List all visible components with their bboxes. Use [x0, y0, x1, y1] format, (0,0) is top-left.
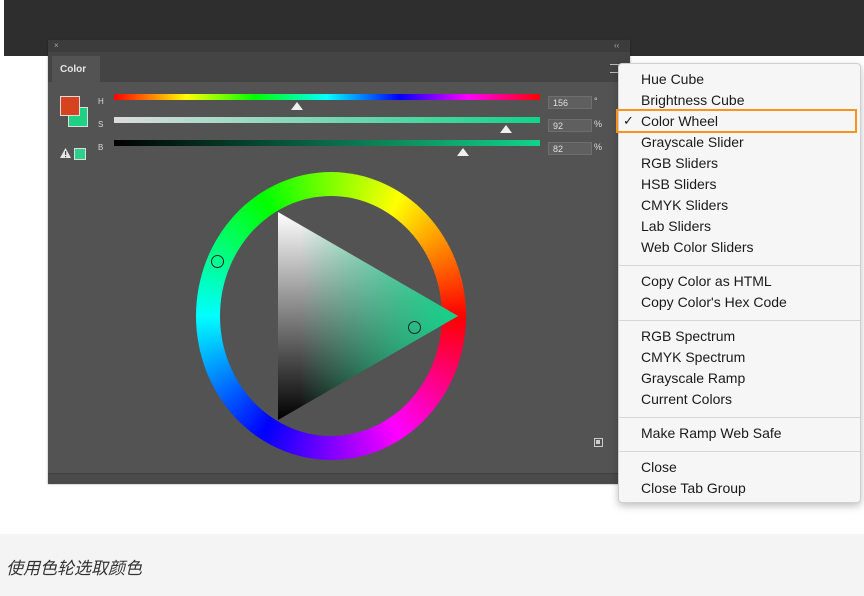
hue-unit: °: [594, 96, 598, 106]
saturation-unit: %: [594, 119, 603, 129]
menu-item-web-color-sliders[interactable]: Web Color Sliders: [641, 238, 754, 256]
saturation-value-field[interactable]: 92: [548, 119, 592, 132]
menu-item-cmyk-sliders[interactable]: CMYK Sliders: [641, 196, 728, 214]
menu-item-hue-cube[interactable]: Hue Cube: [641, 70, 704, 88]
menu-item-close-tab-group[interactable]: Close Tab Group: [641, 479, 746, 497]
menu-item-hsb-sliders[interactable]: HSB Sliders: [641, 175, 716, 193]
menu-item-grayscale-ramp[interactable]: Grayscale Ramp: [641, 369, 745, 387]
brightness-value-field[interactable]: 82: [548, 142, 592, 155]
color-picker-marker[interactable]: [408, 321, 421, 334]
menu-item-rgb-sliders[interactable]: RGB Sliders: [641, 154, 718, 172]
menu-item-make-ramp-web-safe[interactable]: Make Ramp Web Safe: [641, 424, 782, 442]
brightness-unit: %: [594, 142, 603, 152]
color-triangle[interactable]: [196, 172, 466, 460]
tab-color[interactable]: Color: [52, 56, 100, 82]
menu-item-lab-sliders[interactable]: Lab Sliders: [641, 217, 711, 235]
brightness-slider-thumb[interactable]: [457, 148, 470, 156]
menu-separator: [619, 451, 860, 452]
panel-flyout-menu: Hue Cube Brightness Cube Color Wheel ✓ Grays…: [616, 63, 861, 503]
menu-separator: [619, 417, 860, 418]
gamut-warning-icon[interactable]: [60, 148, 71, 158]
foreground-color-swatch[interactable]: [60, 96, 80, 116]
menu-item-brightness-cube[interactable]: Brightness Cube: [641, 91, 745, 109]
menu-item-cmyk-spectrum[interactable]: CMYK Spectrum: [641, 348, 745, 366]
screenshot-frame: × ‹‹ Color H 156 ° S 92 % B 82 % Hue Cub…: [0, 0, 864, 534]
hue-ring-marker[interactable]: [211, 255, 224, 268]
resize-grip-icon[interactable]: [594, 438, 603, 447]
brightness-label: B: [98, 143, 104, 152]
brightness-slider-track[interactable]: [114, 140, 540, 146]
hue-slider-track[interactable]: [114, 94, 540, 100]
menu-separator: [619, 320, 860, 321]
hue-slider-thumb[interactable]: [291, 102, 304, 110]
panel-bottom-bar: [48, 473, 630, 484]
menu-separator: [619, 265, 860, 266]
panel-title-bar: × ‹‹: [48, 40, 630, 52]
hue-value-field[interactable]: 156: [548, 96, 592, 109]
collapse-panel-icon[interactable]: ‹‹: [614, 42, 619, 50]
caption: 使用色轮选取颜色: [6, 559, 142, 578]
menu-item-rgb-spectrum[interactable]: RGB Spectrum: [641, 327, 735, 345]
gamut-color-swatch[interactable]: [74, 148, 86, 160]
menu-item-grayscale-slider[interactable]: Grayscale Slider: [641, 133, 744, 151]
saturation-label: S: [98, 120, 104, 129]
tab-color-label: Color: [60, 64, 87, 75]
menu-item-close[interactable]: Close: [641, 458, 677, 476]
menu-item-current-colors[interactable]: Current Colors: [641, 390, 732, 408]
hue-label: H: [98, 97, 104, 106]
saturation-slider-track[interactable]: [114, 117, 540, 123]
close-panel-icon[interactable]: ×: [54, 42, 59, 50]
tab-strip: [48, 52, 630, 82]
color-panel: × ‹‹ Color H 156 ° S 92 % B 82 %: [48, 40, 630, 484]
menu-item-copy-color-as-html[interactable]: Copy Color as HTML: [641, 272, 772, 290]
saturation-slider-thumb[interactable]: [499, 125, 512, 133]
menu-item-copy-color-s-hex-code[interactable]: Copy Color's Hex Code: [641, 293, 787, 311]
selected-item-highlight: [616, 109, 857, 133]
